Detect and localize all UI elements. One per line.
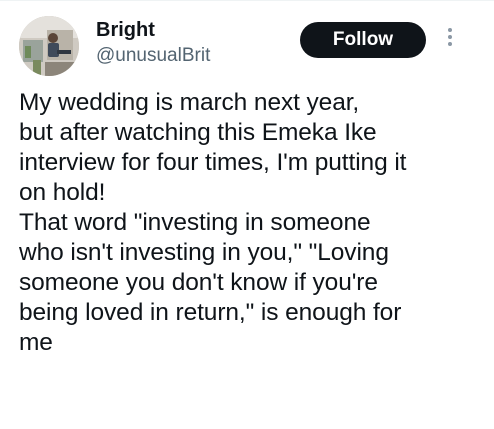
tweet-text: My wedding is march next year, but after… [19, 89, 407, 356]
author-names: Bright @unusualBrit [96, 18, 210, 68]
divider [0, 0, 494, 1]
avatar[interactable] [19, 16, 79, 76]
display-name[interactable]: Bright [96, 18, 210, 42]
more-options-icon[interactable] [444, 28, 456, 52]
dot [448, 28, 452, 32]
user-handle[interactable]: @unusualBrit [96, 44, 210, 68]
avatar-photo-icon [19, 16, 79, 76]
dot [448, 42, 452, 46]
tweet-card: Bright @unusualBrit Follow My wedding is… [0, 0, 494, 429]
follow-button[interactable]: Follow [300, 22, 426, 58]
dot [448, 35, 452, 39]
